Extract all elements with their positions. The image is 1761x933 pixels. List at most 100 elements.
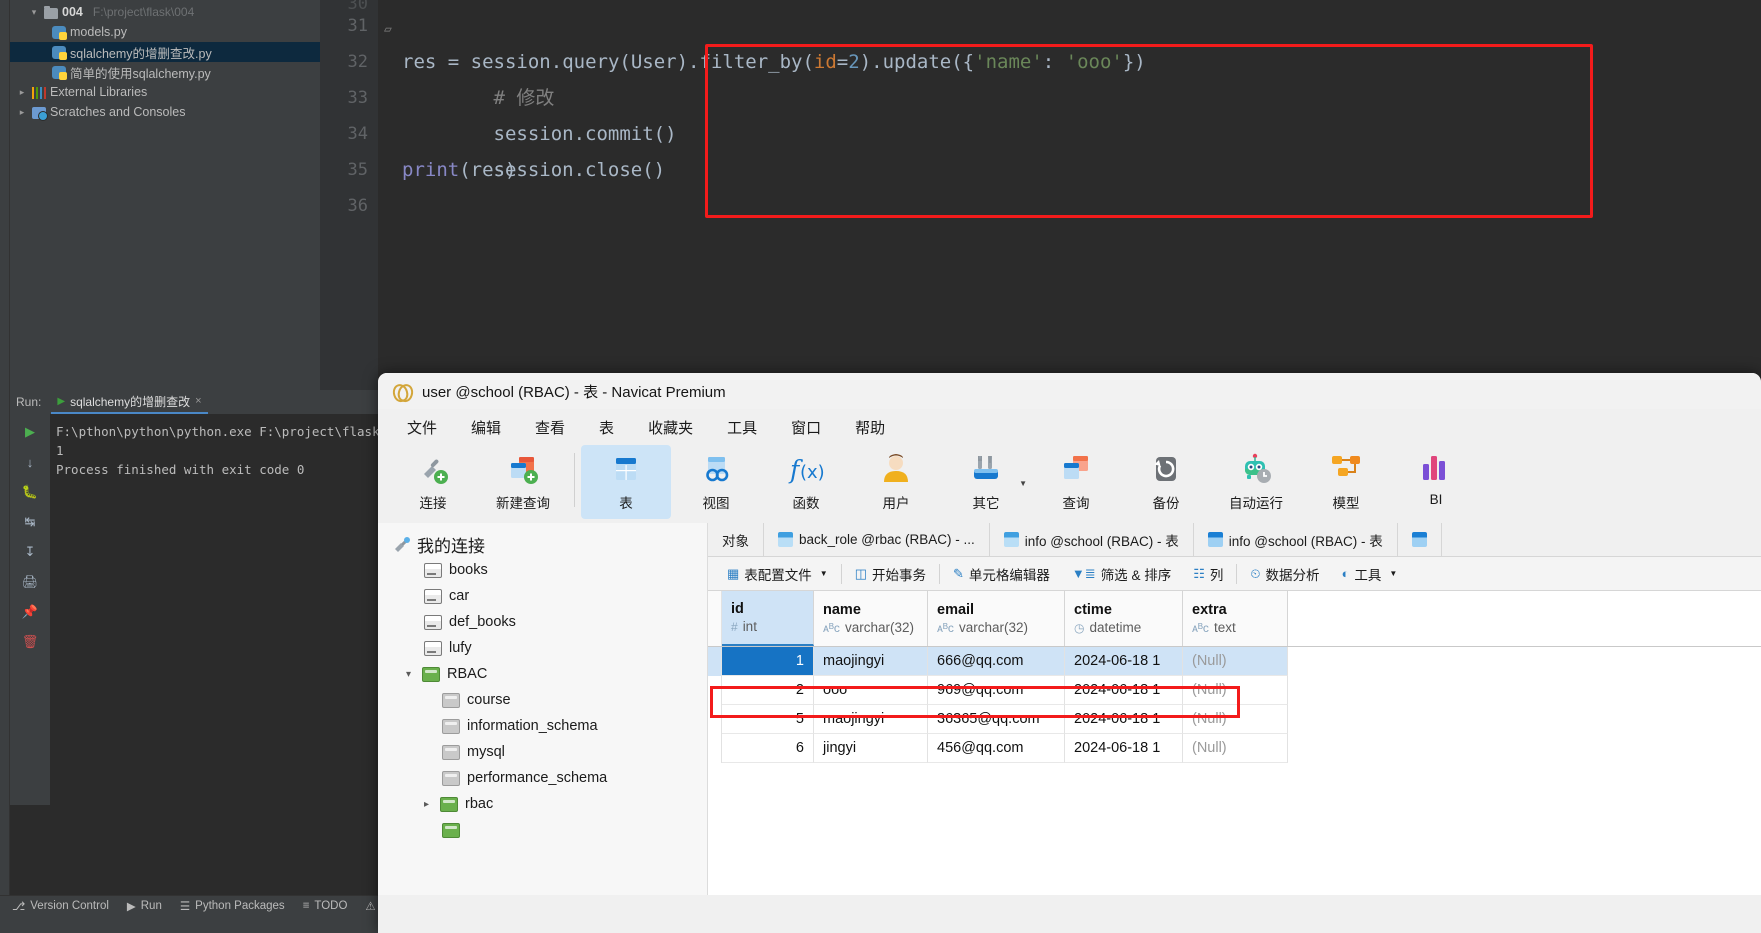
code-line-36[interactable] (378, 188, 1761, 224)
tree-row-models-py[interactable]: models.py (10, 22, 320, 42)
debug-icon[interactable]: 🐛 (20, 482, 40, 502)
tree-item-rbac-db[interactable]: ▾ RBAC (378, 661, 707, 687)
grid-cell-editor[interactable]: ✎ 单元格编辑器 (942, 564, 1061, 584)
column-header-extra[interactable]: extra ᴀᴮᴄ text (1183, 591, 1288, 646)
grid-columns[interactable]: ☷ 列 (1182, 564, 1234, 584)
cell-email[interactable]: 456@qq.com (928, 734, 1065, 763)
cell-extra[interactable]: (Null) (1183, 705, 1288, 734)
tab-objects[interactable]: 对象 (708, 523, 764, 556)
tree-row-simple-sqlalchemy-py[interactable]: 简单的使用sqlalchemy.py (10, 62, 320, 82)
chevron-down-icon[interactable]: ▾ (28, 7, 40, 18)
tree-item-course[interactable]: course (378, 687, 707, 713)
code-line-31[interactable]: ▱ # 修改 (378, 8, 1761, 109)
tab-overflow[interactable] (1398, 523, 1442, 556)
menu-view[interactable]: 查看 (518, 414, 582, 441)
tree-item-car[interactable]: car (378, 583, 707, 609)
tree-item-information-schema[interactable]: information_schema (378, 713, 707, 739)
tree-item-books[interactable]: books (378, 557, 707, 583)
chevron-down-icon[interactable]: ▼ (1019, 479, 1027, 488)
toolbar-query[interactable]: 查询 (1031, 445, 1121, 519)
column-header-email[interactable]: email ᴀᴮᴄ varchar(32) (928, 591, 1065, 646)
code-line-33[interactable]: session.commit() (378, 80, 1761, 145)
menu-favorites[interactable]: 收藏夹 (631, 414, 710, 441)
cell-id[interactable]: 5 (722, 705, 814, 734)
toolbar-user[interactable]: 用户 (851, 445, 941, 519)
rerun-icon[interactable]: ▶ (20, 422, 40, 442)
tree-row-004[interactable]: ▾ 004 F:\project\flask\004 (10, 2, 320, 22)
toolbar-connection[interactable]: 连接 (388, 445, 478, 519)
tree-item-mysql[interactable]: mysql (378, 739, 707, 765)
code-text-area[interactable]: ▱ # 修改 res = session.query(User).filter_… (378, 0, 1761, 390)
status-todo[interactable]: ≡ TODO (303, 900, 348, 912)
toolbar-view[interactable]: 视图 (671, 445, 761, 519)
toolbar-new-query[interactable]: 新建查询 (478, 445, 568, 519)
menu-help[interactable]: 帮助 (838, 414, 902, 441)
cell-ctime[interactable]: 2024-06-18 1 (1065, 676, 1183, 705)
cell-id[interactable]: 2 (722, 676, 814, 705)
cell-ctime[interactable]: 2024-06-18 1 (1065, 734, 1183, 763)
menu-file[interactable]: 文件 (390, 414, 454, 441)
tab-info-school-2[interactable]: info @school (RBAC) - 表 (1194, 523, 1398, 556)
tree-row-sqlalchemy-crud-py[interactable]: sqlalchemy的增删查改.py (10, 42, 320, 62)
table-row[interactable]: 1 maojingyi 666@qq.com 2024-06-18 1 (Nul… (708, 647, 1761, 676)
toolbar-backup[interactable]: 备份 (1121, 445, 1211, 519)
pin-icon[interactable]: 📌 (20, 602, 40, 622)
toolbar-other[interactable]: 其它 ▼ (941, 445, 1031, 519)
cell-ctime[interactable]: 2024-06-18 1 (1065, 647, 1183, 676)
row-marker[interactable] (708, 734, 722, 763)
run-configuration-tab[interactable]: ▶ sqlalchemy的增删查改 × (51, 391, 208, 414)
table-row[interactable]: 6 jingyi 456@qq.com 2024-06-18 1 (Null) (708, 734, 1761, 763)
grid-begin-transaction[interactable]: ◫ 开始事务 (844, 564, 937, 584)
grid-filter-sort[interactable]: ▼≣ 筛选 & 排序 (1061, 564, 1182, 584)
tab-back-role-rbac[interactable]: back_role @rbac (RBAC) - ... (764, 523, 990, 556)
toolbar-model[interactable]: 模型 (1301, 445, 1391, 519)
grid-data-analysis[interactable]: ⏲ 数据分析 (1239, 564, 1330, 584)
chevron-down-icon[interactable]: ▾ (402, 669, 415, 680)
cell-id[interactable]: 1 (722, 647, 814, 676)
tree-item-lufy[interactable]: lufy (378, 635, 707, 661)
chevron-down-icon[interactable]: ▼ (820, 569, 828, 578)
toolbar-table[interactable]: 表 (581, 445, 671, 519)
grid-table-profile[interactable]: ▦ 表配置文件 ▼ (716, 564, 839, 584)
cell-name[interactable]: jingyi (814, 734, 928, 763)
tree-row-external-libraries[interactable]: ▸ External Libraries (10, 82, 320, 102)
toolbar-bi[interactable]: BI (1391, 445, 1481, 519)
structure-tool-button[interactable]: Structure (0, 740, 12, 830)
chevron-right-icon[interactable]: ▸ (16, 107, 28, 118)
trash-icon[interactable]: 🗑 (20, 632, 40, 652)
code-editor[interactable]: 30 31 32 33 34 35 36 ▱ # 修改 res = sessio… (320, 0, 1761, 390)
row-marker[interactable] (708, 647, 722, 676)
menu-table[interactable]: 表 (582, 414, 631, 441)
cell-name[interactable]: ooo (814, 676, 928, 705)
status-version-control[interactable]: ⎇ Version Control (12, 899, 109, 913)
cell-email[interactable]: 666@qq.com (928, 647, 1065, 676)
cell-name[interactable]: maojingyi (814, 705, 928, 734)
cell-extra[interactable]: (Null) (1183, 647, 1288, 676)
data-grid[interactable]: id # int name ᴀᴮᴄ varchar(32) email ᴀᴮᴄ … (708, 591, 1761, 763)
cell-extra[interactable]: (Null) (1183, 734, 1288, 763)
status-python-packages[interactable]: ☰ Python Packages (180, 899, 285, 913)
scroll-end-icon[interactable]: ↧ (20, 542, 40, 562)
tree-item-rbac-schema[interactable]: ▸ rbac (378, 791, 707, 817)
menu-window[interactable]: 窗口 (774, 414, 838, 441)
status-run[interactable]: ▶ Run (127, 899, 162, 913)
chevron-right-icon[interactable]: ▸ (16, 87, 28, 98)
close-icon[interactable]: × (195, 395, 201, 407)
table-row[interactable]: 5 maojingyi 36365@qq.com 2024-06-18 1 (N… (708, 705, 1761, 734)
tree-item-performance-schema[interactable]: performance_schema (378, 765, 707, 791)
column-header-id[interactable]: id # int (722, 591, 814, 646)
navicat-title-bar[interactable]: user @school (RBAC) - 表 - Navicat Premiu… (378, 373, 1761, 409)
code-fold-icon[interactable]: ▱ (384, 12, 392, 48)
tab-info-school-1[interactable]: info @school (RBAC) - 表 (990, 523, 1194, 556)
run-console-output[interactable]: F:\pthon\python\python.exe F:\project\fl… (50, 414, 380, 805)
cell-email[interactable]: 969@qq.com (928, 676, 1065, 705)
tree-item-partial[interactable] (378, 817, 707, 843)
tree-root-my-connections[interactable]: 我的连接 (378, 531, 707, 557)
tree-item-def-books[interactable]: def_books (378, 609, 707, 635)
table-row[interactable]: 2 ooo 969@qq.com 2024-06-18 1 (Null) (708, 676, 1761, 705)
tree-row-scratches-and-consoles[interactable]: ▸ Scratches and Consoles (10, 102, 320, 122)
row-marker[interactable] (708, 676, 722, 705)
cell-ctime[interactable]: 2024-06-18 1 (1065, 705, 1183, 734)
scroll-down-icon[interactable]: ↓ (20, 452, 40, 472)
menu-tools[interactable]: 工具 (710, 414, 774, 441)
